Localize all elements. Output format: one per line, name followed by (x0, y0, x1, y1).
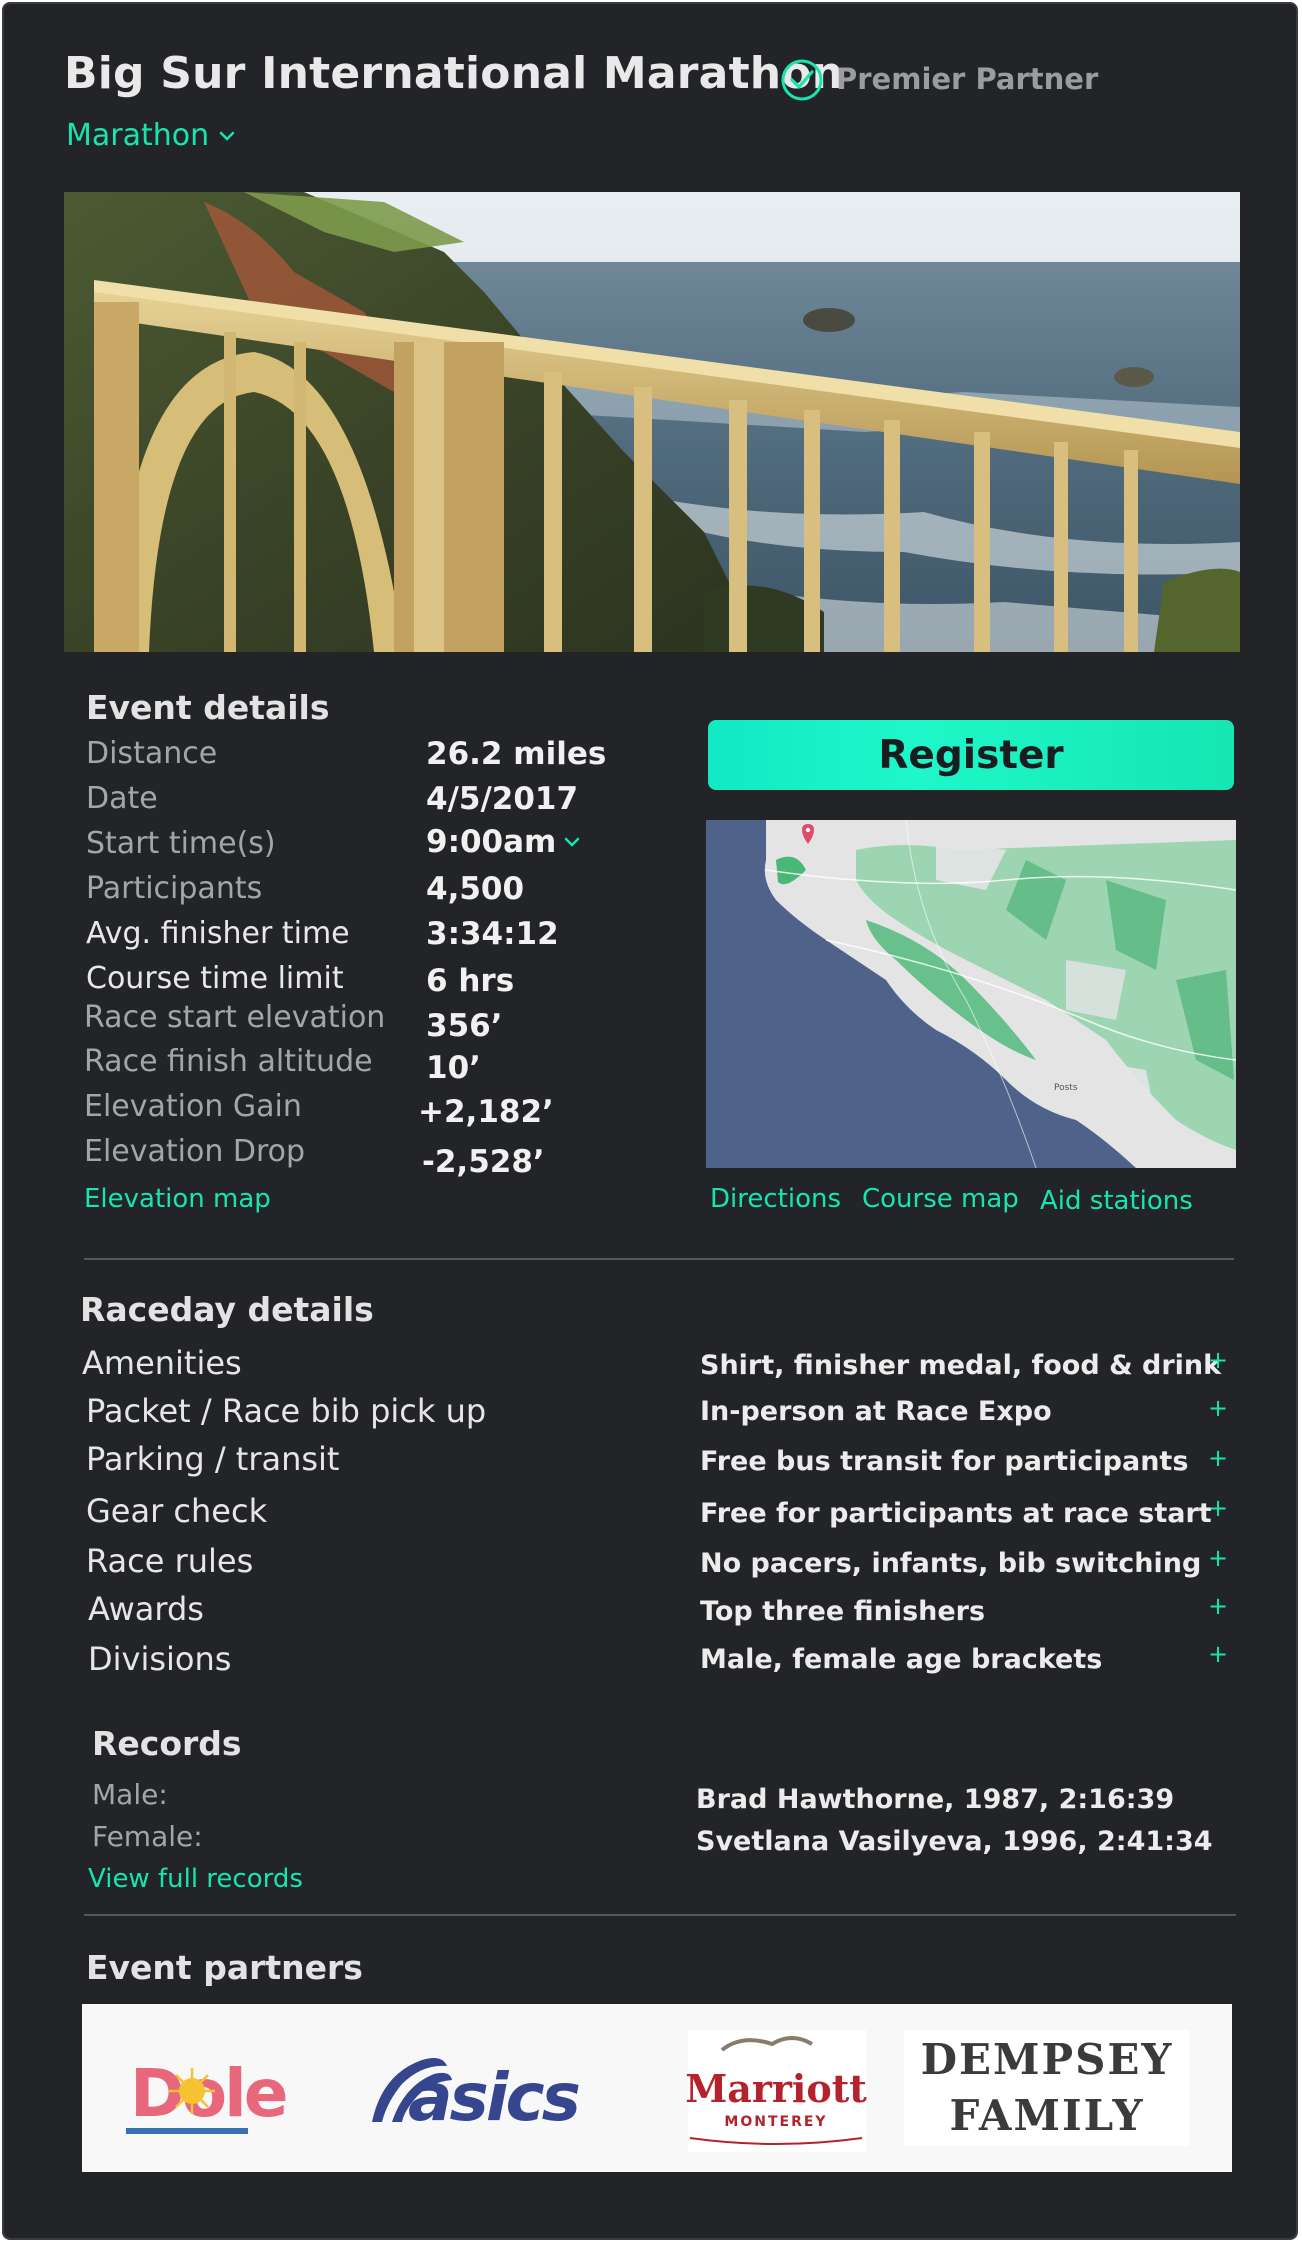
directions-link[interactable]: Directions (710, 1184, 841, 1214)
svg-text:Marriott: Marriott (685, 2066, 867, 2111)
raceday-value-parking-transit: Free bus transit for participants (700, 1446, 1189, 1477)
chevron-down-icon (219, 131, 235, 141)
record-value-male: Brad Hawthorne, 1987, 2:16:39 (696, 1784, 1175, 1815)
raceday-details-heading: Raceday details (80, 1290, 374, 1329)
detail-label-date: Date (86, 781, 158, 816)
detail-label-elevation-drop: Elevation Drop (84, 1134, 306, 1169)
hero-photo-bixby-bridge (64, 192, 1240, 652)
svg-text:asics: asics (408, 2059, 579, 2136)
raceday-label-awards: Awards (88, 1590, 204, 1628)
raceday-value-race-rules: No pacers, infants, bib switching (700, 1548, 1202, 1579)
verified-check-icon (781, 59, 823, 101)
record-label-female: Female: (92, 1820, 203, 1853)
detail-label-finish-altitude: Race finish altitude (84, 1044, 373, 1079)
marriott-logo[interactable]: Marriott MONTEREY (685, 2030, 867, 2152)
expand-plus-icon[interactable]: + (1208, 1346, 1228, 1374)
raceday-label-packet-pickup: Packet / Race bib pick up (86, 1392, 487, 1430)
detail-value-start-time: 9:00am (426, 824, 557, 860)
expand-plus-icon[interactable]: + (1208, 1494, 1228, 1522)
raceday-value-awards: Top three finishers (700, 1596, 986, 1627)
raceday-value-gear-check: Free for participants at race start (700, 1498, 1212, 1529)
raceday-label-divisions: Divisions (88, 1640, 232, 1678)
start-time-dropdown[interactable]: 9:00am (426, 824, 580, 860)
raceday-value-divisions: Male, female age brackets (700, 1644, 1103, 1675)
detail-value-participants: 4,500 (426, 871, 525, 907)
asics-logo[interactable]: asics (372, 2058, 582, 2136)
expand-plus-icon[interactable]: + (1208, 1640, 1228, 1668)
detail-value-finish-altitude: 10’ (426, 1050, 481, 1086)
raceday-label-parking-transit: Parking / transit (86, 1440, 340, 1478)
register-button[interactable]: Register (708, 720, 1234, 790)
detail-label-participants: Participants (86, 871, 263, 906)
svg-text:Dole: Dole (130, 2055, 286, 2132)
detail-value-date: 4/5/2017 (426, 781, 579, 817)
svg-text:FAMILY: FAMILY (950, 2091, 1145, 2140)
raceday-label-gear-check: Gear check (86, 1492, 268, 1530)
dole-logo[interactable]: Dole (126, 2055, 289, 2134)
detail-value-start-elevation: 356’ (426, 1008, 503, 1044)
detail-label-course-time-limit: Course time limit (86, 961, 344, 996)
section-divider (84, 1258, 1234, 1260)
expand-plus-icon[interactable]: + (1208, 1544, 1228, 1572)
course-map-link[interactable]: Course map (862, 1184, 1019, 1214)
event-partners-heading: Event partners (86, 1948, 363, 1987)
partners-logo-strip: Dole asics Marriott MONTEREY DEMPSEY FAM… (82, 2004, 1232, 2172)
svg-text:DEMPSEY: DEMPSEY (921, 2035, 1174, 2084)
chevron-down-icon (565, 837, 580, 847)
record-label-male: Male: (92, 1778, 168, 1811)
raceday-label-race-rules: Race rules (86, 1542, 254, 1580)
detail-label-start-elevation: Race start elevation (84, 1000, 386, 1035)
race-type-label: Marathon (66, 118, 210, 153)
view-full-records-link[interactable]: View full records (88, 1864, 303, 1894)
detail-label-elevation-gain: Elevation Gain (84, 1089, 302, 1124)
event-details-heading: Event details (86, 688, 330, 727)
detail-label-start-times: Start time(s) (86, 826, 276, 861)
expand-plus-icon[interactable]: + (1208, 1592, 1228, 1620)
section-divider (84, 1914, 1236, 1916)
detail-label-distance: Distance (86, 736, 218, 771)
aid-stations-link[interactable]: Aid stations (1040, 1186, 1193, 1216)
detail-label-avg-finisher-time: Avg. finisher time (86, 916, 350, 951)
event-card: Big Sur International Marathon Premier P… (2, 2, 1298, 2240)
expand-plus-icon[interactable]: + (1208, 1444, 1228, 1472)
record-value-female: Svetlana Vasilyeva, 1996, 2:41:34 (696, 1826, 1213, 1857)
elevation-map-link[interactable]: Elevation map (84, 1184, 271, 1214)
course-map[interactable]: Posts (706, 820, 1236, 1168)
detail-value-elevation-drop: -2,528’ (422, 1144, 545, 1180)
raceday-label-amenities: Amenities (82, 1344, 242, 1382)
detail-value-avg-finisher-time: 3:34:12 (426, 916, 559, 952)
premier-partner-badge: Premier Partner (836, 62, 1099, 96)
expand-plus-icon[interactable]: + (1208, 1394, 1228, 1422)
detail-value-elevation-gain: +2,182’ (418, 1094, 554, 1130)
race-type-dropdown[interactable]: Marathon (66, 118, 235, 153)
raceday-value-packet-pickup: In-person at Race Expo (700, 1396, 1052, 1427)
records-heading: Records (92, 1724, 242, 1763)
raceday-value-amenities: Shirt, finisher medal, food & drink (700, 1350, 1222, 1381)
detail-value-distance: 26.2 miles (426, 736, 607, 772)
svg-text:MONTEREY: MONTEREY (724, 2114, 827, 2130)
page-title: Big Sur International Marathon (64, 48, 844, 99)
detail-value-course-time-limit: 6 hrs (426, 963, 515, 999)
dempsey-family-logo[interactable]: DEMPSEY FAMILY (904, 2030, 1190, 2146)
map-place-label: Posts (1054, 1083, 1078, 1093)
